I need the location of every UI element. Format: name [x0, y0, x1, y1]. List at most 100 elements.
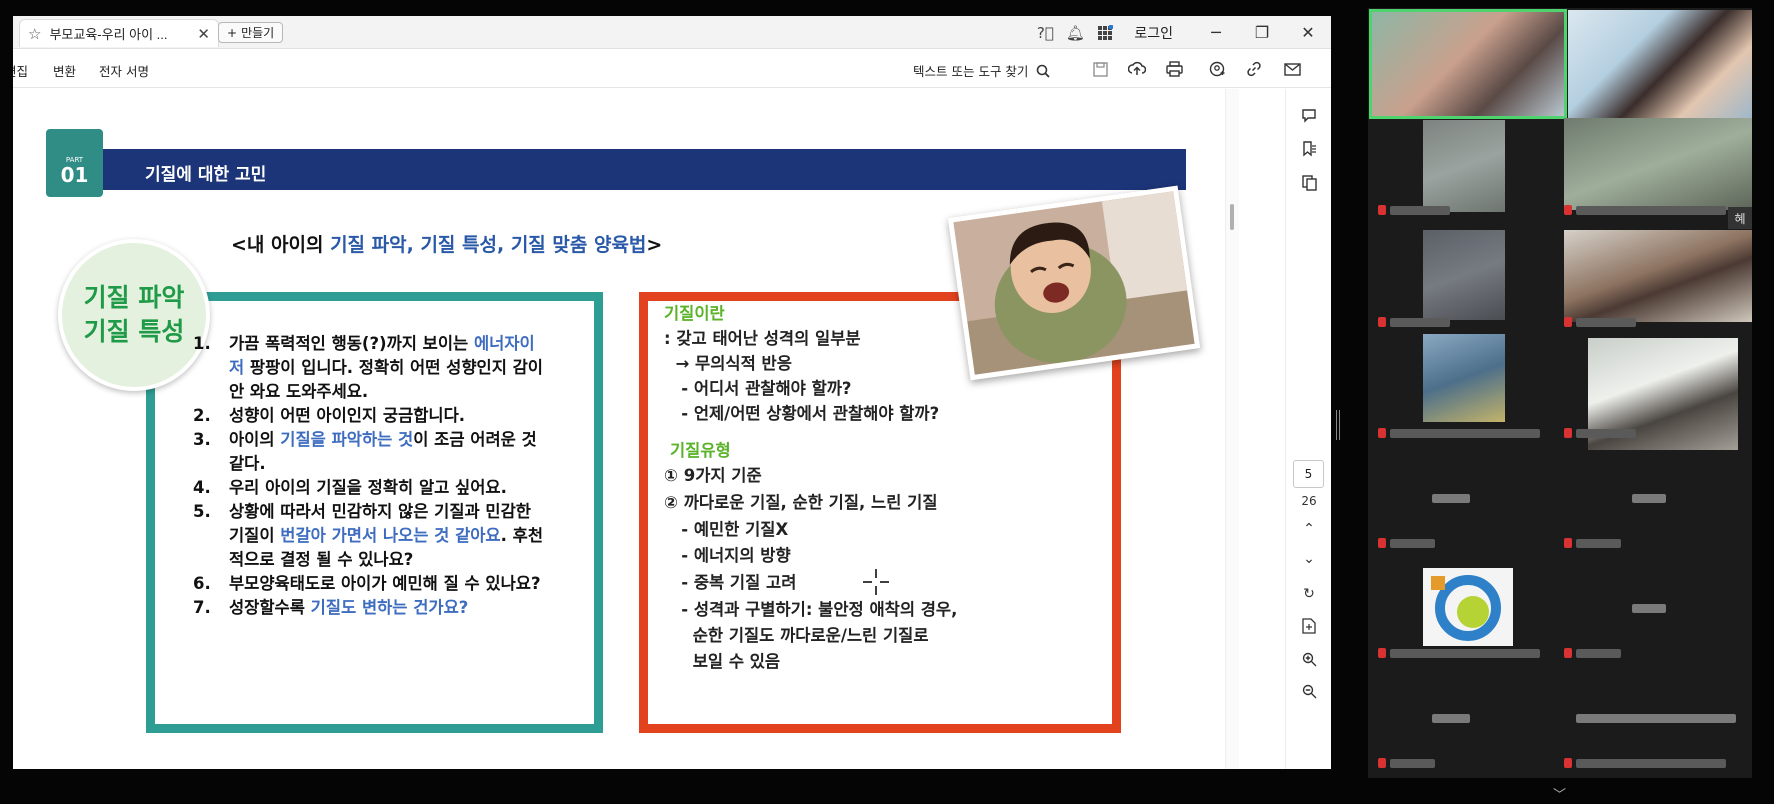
- mic-muted-icon: [1564, 538, 1572, 548]
- participant-tile[interactable]: [1632, 492, 1666, 507]
- questions-list: 1. 가끔 폭력적인 행동(?)까지 보이는 에너자이 저 팡팡이 입니다. 정확…: [193, 332, 593, 620]
- apps-grid-icon[interactable]: [1090, 16, 1120, 49]
- video-tile-participant[interactable]: [1369, 9, 1567, 119]
- participant-tile[interactable]: [1432, 712, 1470, 727]
- video-tile-participant[interactable]: [1423, 568, 1513, 646]
- temperament-line: - 어디서 관찰해야 할까?: [664, 379, 852, 398]
- participant-tile[interactable]: [1576, 712, 1736, 727]
- video-tile-participant[interactable]: [1423, 230, 1505, 320]
- video-tile-participant[interactable]: [1423, 120, 1505, 212]
- participant-tile[interactable]: [1632, 602, 1666, 617]
- comment-icon[interactable]: [1297, 103, 1321, 127]
- document-page[interactable]: 기질에 대한 고민 PART 01 <내 아이의 기질 파악, 기질 특성, 기…: [13, 89, 1235, 769]
- zoom-in-icon[interactable]: [1297, 647, 1321, 671]
- pane-splitter[interactable]: [1336, 410, 1340, 440]
- page-total: 26: [1301, 494, 1317, 508]
- mic-muted-icon: [1564, 758, 1572, 768]
- circle-line-2: 기질 특성: [83, 317, 185, 346]
- types-line: - 성격과 구별하기: 불안정 애착의 경우,: [664, 600, 958, 619]
- types-line: - 에너지의 방향: [664, 546, 791, 565]
- mic-muted-icon: [1378, 538, 1386, 548]
- link-icon[interactable]: [1241, 56, 1267, 82]
- participant-logo: [1431, 575, 1501, 641]
- temperament-line: → 무의식적 반응: [664, 354, 792, 373]
- types-line: ① 9가지 기준: [664, 466, 762, 485]
- slide-headline: <내 아이의 기질 파악, 기질 특성, 기질 맞춤 양육법>: [231, 230, 662, 257]
- part-badge: PART 01: [46, 129, 103, 197]
- types-line: - 중복 기질 고려: [664, 573, 797, 592]
- page-number-input[interactable]: 5: [1293, 460, 1324, 488]
- question-line: 1. 가끔 폭력적인 행동(?)까지 보이는 에너자이: [193, 334, 535, 353]
- participant-name: [1378, 538, 1435, 548]
- share-user-icon[interactable]: [1204, 56, 1230, 82]
- crosshair-cursor-icon: [863, 569, 889, 595]
- video-gallery: 혜: [1368, 8, 1752, 778]
- zoom-out-icon[interactable]: [1297, 679, 1321, 703]
- restore-icon[interactable]: ❐: [1239, 16, 1285, 49]
- title-bar: ☆ 부모교육-우리 아이 ... ✕ + 만들기 ?⃝ 🔔︎ 로그인 ─ ❐ ✕: [13, 16, 1331, 49]
- save-icon[interactable]: [1087, 56, 1113, 82]
- close-tab-icon[interactable]: ✕: [197, 25, 210, 43]
- upload-cloud-icon[interactable]: [1124, 56, 1150, 82]
- login-link[interactable]: 로그인: [1120, 23, 1193, 43]
- question-line: 안 와요 도와주세요.: [229, 382, 369, 401]
- search-icon: [1037, 64, 1051, 78]
- mic-muted-icon: [1378, 758, 1386, 768]
- types-line: - 예민한 기질X: [664, 520, 789, 539]
- video-tile-participant[interactable]: [1568, 10, 1752, 118]
- question-line: 4. 우리 아이의 기질을 정확히 알고 싶어요.: [193, 478, 507, 497]
- menu-esign[interactable]: 전자 서명: [99, 61, 149, 80]
- star-icon[interactable]: ☆: [28, 25, 41, 43]
- part-number: 01: [60, 163, 89, 187]
- menu-edit[interactable]: 편집: [13, 61, 28, 80]
- document-tab[interactable]: ☆ 부모교육-우리 아이 ... ✕: [19, 19, 219, 47]
- chevron-down-icon[interactable]: ⌄: [1297, 547, 1321, 571]
- mail-icon[interactable]: [1279, 56, 1305, 82]
- participant-name: [1564, 538, 1621, 548]
- gallery-scroll-chevron-icon[interactable]: ﹀: [1553, 784, 1566, 803]
- chevron-up-icon[interactable]: ⌃: [1297, 517, 1321, 541]
- create-button[interactable]: + 만들기: [218, 22, 284, 43]
- participant-name: [1564, 758, 1726, 768]
- vertical-scrollbar[interactable]: [1225, 89, 1239, 769]
- video-tile-participant[interactable]: [1423, 334, 1505, 422]
- question-line: 저 팡팡이 입니다. 정확히 어떤 성향인지 감이: [229, 358, 543, 377]
- video-tile-participant[interactable]: [1564, 118, 1752, 210]
- bell-icon[interactable]: 🔔︎: [1060, 16, 1090, 49]
- menu-convert[interactable]: 변환: [53, 61, 76, 80]
- tab-title: 부모교육-우리 아이 ...: [49, 27, 168, 42]
- types-line: 보일 수 있음: [664, 652, 781, 671]
- temperament-line: : 갖고 태어난 성격의 일부분: [664, 329, 861, 348]
- print-icon[interactable]: [1161, 56, 1187, 82]
- question-line: 적으로 결정 될 수 있나요?: [229, 550, 414, 569]
- pages-icon[interactable]: [1297, 171, 1321, 195]
- headline-highlight: 기질 파악, 기질 특성, 기질 맞춤 양육법: [330, 234, 647, 256]
- types-line: ② 까다로운 기질, 순한 기질, 느린 기질: [664, 493, 938, 512]
- bookmark-icon[interactable]: [1297, 137, 1321, 161]
- participant-name: [1378, 428, 1540, 438]
- pdf-viewer-window: ☆ 부모교육-우리 아이 ... ✕ + 만들기 ?⃝ 🔔︎ 로그인 ─ ❐ ✕: [13, 16, 1331, 769]
- tool-search-label: 텍스트 또는 도구 찾기: [913, 64, 1029, 79]
- minimize-icon[interactable]: ─: [1193, 16, 1239, 49]
- participant-name: [1378, 317, 1450, 327]
- help-icon[interactable]: ?⃝: [1030, 16, 1060, 49]
- tool-search[interactable]: 텍스트 또는 도구 찾기: [913, 61, 1051, 80]
- participant-tile[interactable]: [1432, 492, 1470, 507]
- participant-name: [1564, 648, 1621, 658]
- crying-child-photo: [947, 185, 1201, 381]
- mic-muted-icon: [1564, 648, 1572, 658]
- close-window-icon[interactable]: ✕: [1285, 16, 1331, 49]
- mic-muted-icon: [1564, 205, 1572, 215]
- question-line: 같다.: [229, 454, 266, 473]
- headline-suffix: >: [646, 234, 663, 256]
- video-tile-participant[interactable]: [1564, 230, 1752, 322]
- participant-name: [1378, 758, 1435, 768]
- page-fit-icon[interactable]: [1297, 614, 1321, 638]
- temperament-line: - 언제/어떤 상황에서 관찰해야 할까?: [664, 404, 940, 423]
- scroll-thumb[interactable]: [1230, 204, 1234, 230]
- refresh-icon[interactable]: ↻: [1297, 582, 1321, 606]
- question-line: 2. 성향이 어떤 아이인지 궁금합니다.: [193, 406, 466, 425]
- mic-muted-icon: [1378, 205, 1386, 215]
- temperament-title: 기질이란: [664, 304, 725, 323]
- topic-circle: 기질 파악 기질 특성: [58, 239, 210, 391]
